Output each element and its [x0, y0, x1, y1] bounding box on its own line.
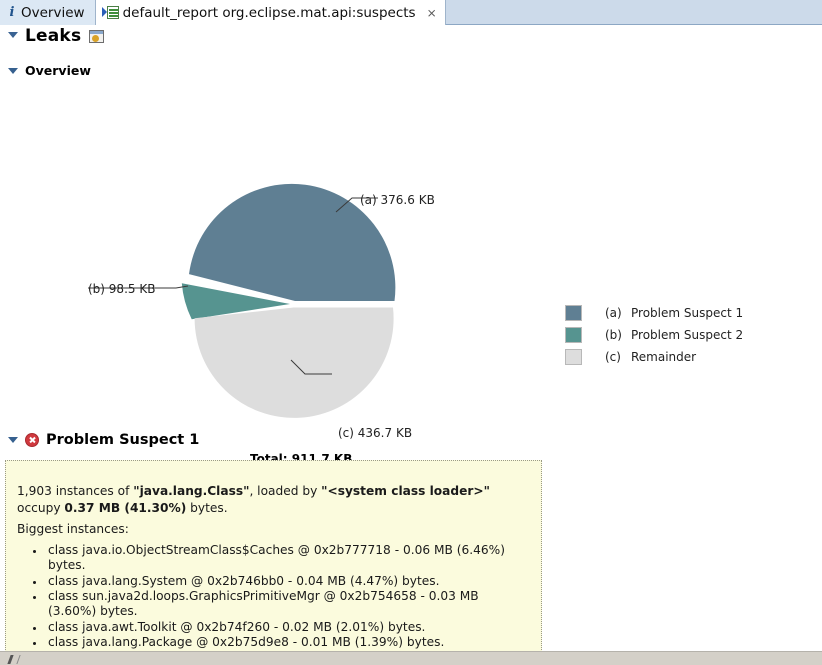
legend-label-b: Problem Suspect 2 — [631, 328, 744, 342]
horizontal-scrollbar-thumb[interactable] — [1, 653, 53, 665]
tab-overview-label: Overview — [21, 4, 85, 21]
list-item: class java.lang.System @ 0x2b746bb0 - 0.… — [46, 574, 529, 589]
legend-item-a[interactable]: (a) Problem Suspect 1 — [565, 302, 743, 324]
pie-chart-svg — [88, 183, 396, 418]
legend-item-c[interactable]: (c) Remainder — [565, 346, 743, 368]
pie-label-c: (c) 436.7 KB — [338, 426, 413, 440]
legend-swatch-c — [565, 349, 582, 365]
report-content: Leaks Overview (a) 376.6 KB (b) 98.5 KB … — [0, 26, 822, 654]
summary-part-0: 1,903 instances of — [17, 484, 134, 498]
section-header-problem-suspect-1[interactable]: Problem Suspect 1 — [8, 432, 199, 448]
list-item: class sun.java2d.loops.GraphicsPrimitive… — [46, 589, 529, 620]
legend-label-c: Remainder — [631, 350, 697, 364]
horizontal-scrollbar[interactable] — [0, 651, 822, 665]
legend-item-b[interactable]: (b) Problem Suspect 2 — [565, 324, 743, 346]
pie-label-b: (b) 98.5 KB — [88, 282, 156, 296]
summary-part-4: occupy — [17, 500, 65, 515]
legend-key-c: (c) — [605, 350, 621, 364]
biggest-instances-label: Biggest instances: — [17, 522, 129, 536]
legend-swatch-a — [565, 305, 582, 321]
section-header-leaks[interactable]: Leaks — [8, 26, 105, 46]
section-title-problem-suspect-1: Problem Suspect 1 — [46, 432, 200, 448]
tab-default-report-label: default_report org.eclipse.mat.api:suspe… — [122, 4, 416, 21]
chevron-down-icon[interactable] — [8, 437, 18, 443]
summary-part-6: bytes. — [186, 500, 228, 515]
tab-bar-empty-area — [445, 0, 822, 24]
tab-default-report[interactable]: default_report org.eclipse.mat.api:suspe… — [95, 0, 446, 25]
section-title-overview: Overview — [25, 63, 91, 78]
problem-suspect-detail-box: 1,903 instances of "java.lang.Class", lo… — [5, 460, 542, 654]
error-icon — [25, 433, 39, 447]
legend-swatch-b — [565, 327, 582, 343]
report-window-icon[interactable] — [89, 29, 105, 43]
legend-label-a: Problem Suspect 1 — [631, 306, 744, 320]
section-header-overview[interactable]: Overview — [8, 63, 91, 78]
list-item: class java.lang.Package @ 0x2b75d9e8 - 0… — [46, 635, 529, 650]
close-icon[interactable]: ⨯ — [427, 7, 437, 19]
chevron-down-icon[interactable] — [8, 32, 18, 38]
pie-label-a: (a) 376.6 KB — [360, 193, 435, 207]
suspect-summary-text: 1,903 instances of "java.lang.Class", lo… — [17, 483, 522, 517]
list-item: class java.io.ObjectStreamClass$Caches @… — [46, 543, 529, 574]
section-title-leaks: Leaks — [25, 26, 82, 46]
summary-part-1: "java.lang.Class" — [133, 484, 250, 498]
summary-part-2: , loaded by — [249, 484, 322, 498]
biggest-instances-list: class java.io.ObjectStreamClass$Caches @… — [17, 543, 529, 654]
summary-part-3: "<system class loader>" — [321, 484, 490, 498]
legend-key-b: (b) — [605, 328, 622, 342]
info-icon: i — [9, 5, 15, 20]
chevron-down-icon[interactable] — [8, 67, 18, 74]
editor-tab-bar: i Overview default_report org.eclipse.ma… — [0, 0, 822, 25]
pie-chart-legend: (a) Problem Suspect 1 (b) Problem Suspec… — [565, 302, 743, 368]
tab-overview[interactable]: i Overview — [0, 0, 96, 25]
resize-grip-icon — [7, 655, 21, 664]
report-icon — [101, 5, 120, 20]
overview-pie-chart: (a) 376.6 KB (b) 98.5 KB (c) 436.7 KB To… — [0, 88, 790, 466]
list-item: class java.awt.Toolkit @ 0x2b74f260 - 0.… — [46, 620, 529, 635]
legend-key-a: (a) — [605, 306, 622, 320]
summary-part-5: 0.37 MB (41.30%) — [64, 500, 187, 515]
